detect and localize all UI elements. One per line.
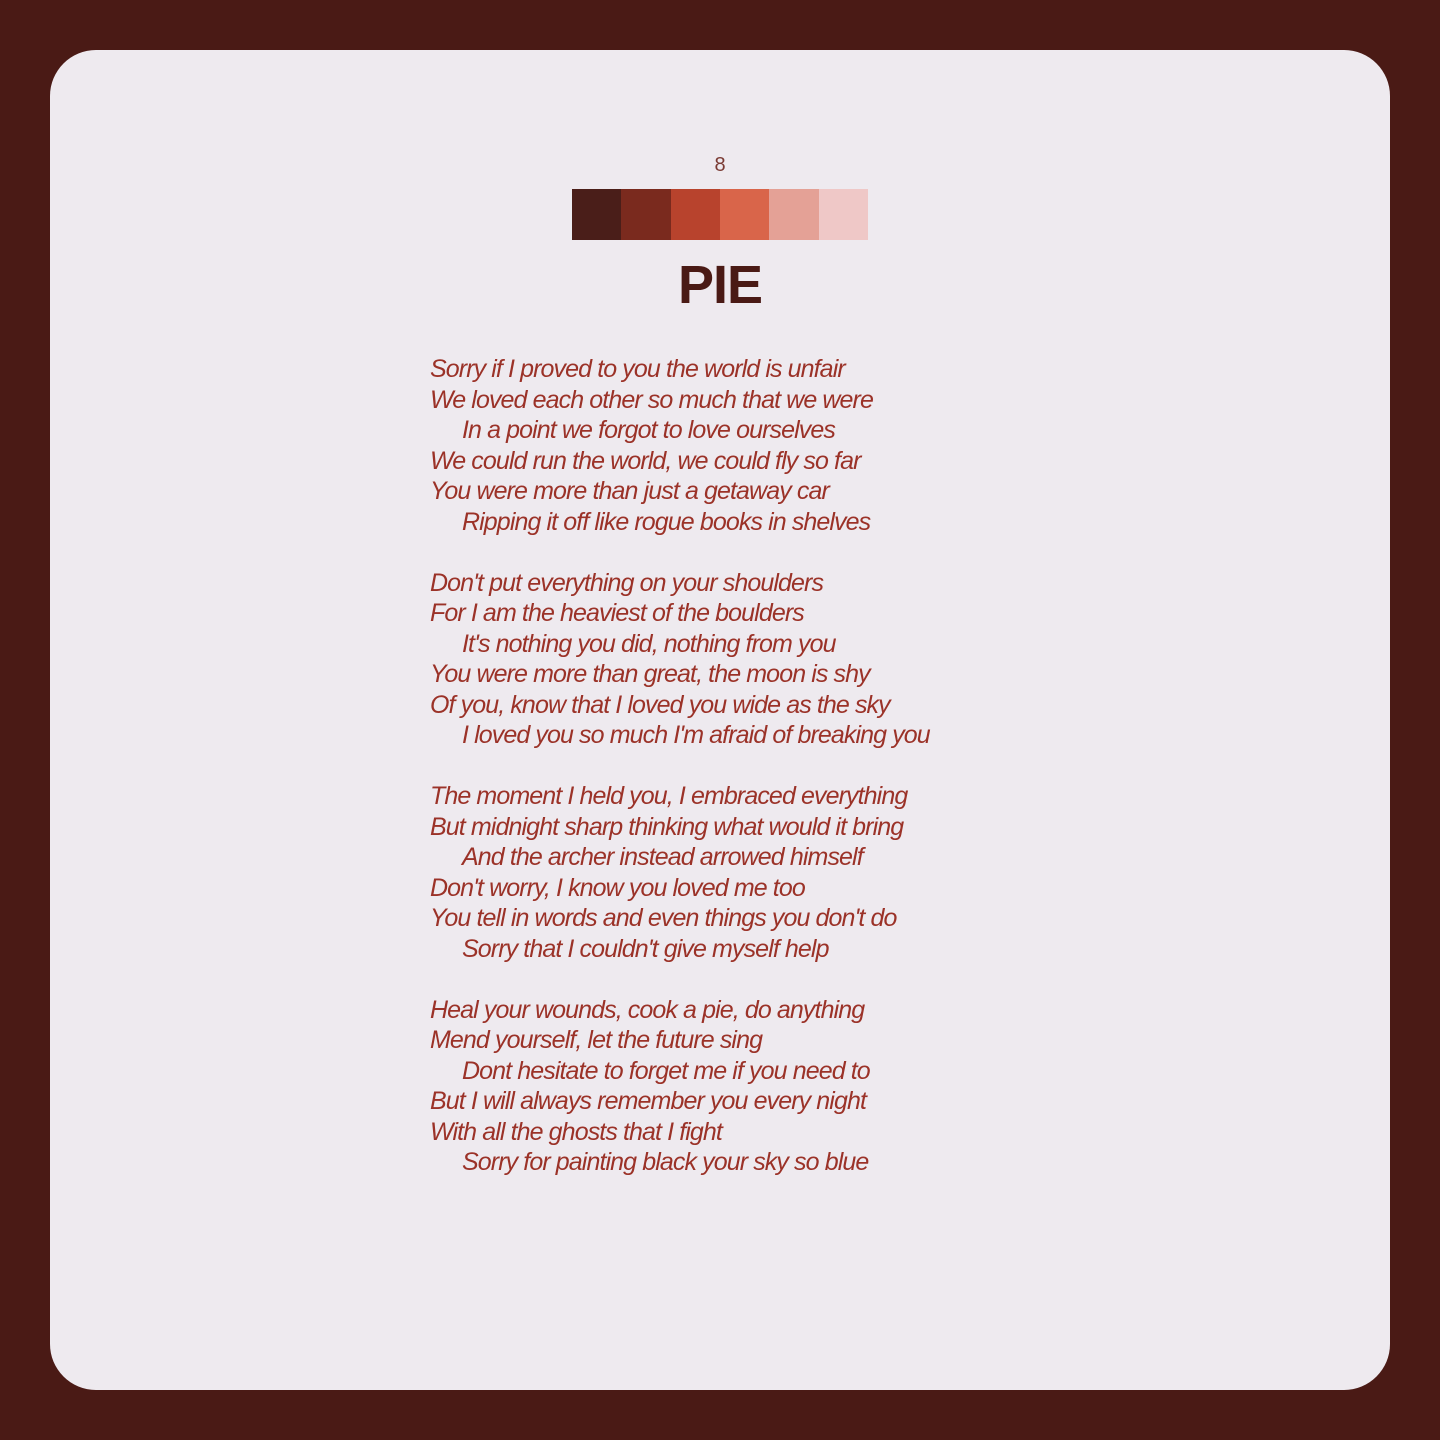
poem-line: And the archer instead arrowed himself — [462, 843, 864, 871]
poem-line: You were more than great, the moon is sh… — [430, 660, 871, 688]
color-palette — [572, 189, 868, 240]
poem-line: Of you, know that I loved you wide as th… — [430, 690, 891, 719]
poem-line: Don't put everything on your shoulders — [430, 568, 824, 597]
poem-line: Mend yourself, let the future sing — [430, 1026, 763, 1054]
poem-line: I loved you so much I'm afraid of breaki… — [462, 721, 931, 749]
poem-line: But midnight sharp thinking what would i… — [430, 812, 904, 841]
poem-title: PIE — [677, 255, 763, 315]
poem-line: In a point we forgot to love ourselves — [462, 416, 836, 444]
poem-line: We loved each other so much that we were — [430, 385, 874, 414]
poem-line: Sorry that I couldn't give myself help — [462, 934, 829, 963]
poem-line: Don't worry, I know you loved me too — [430, 873, 806, 902]
poem-line: We could run the world, we could fly so … — [430, 446, 861, 475]
poem-line: You were more than just a getaway car — [430, 477, 830, 505]
color-swatch — [621, 189, 671, 240]
page-number: 8 — [714, 154, 726, 176]
poem-line: Ripping it off like rogue books in shelv… — [462, 507, 871, 536]
color-swatch — [572, 189, 622, 240]
color-swatch — [670, 189, 720, 240]
poem-line: Dont hesitate to forget me if you need t… — [462, 1056, 871, 1085]
poem-stanza: Sorry if I proved to you the world is un… — [430, 354, 1070, 537]
poem-body: Sorry if I proved to you the world is un… — [430, 354, 1070, 1208]
poem-stanza: Don't put everything on your shoulders Fo… — [430, 568, 1070, 751]
poem-line: Heal your wounds, cook a pie, do anythin… — [430, 995, 865, 1024]
poem-line: The moment I held you, I embraced everyt… — [430, 782, 908, 810]
poem-stanza: The moment I held you, I embraced everyt… — [430, 781, 1070, 964]
poem-line: It's nothing you did, nothing from you — [462, 629, 837, 658]
color-swatch — [818, 189, 868, 240]
color-swatch — [769, 189, 819, 240]
poem-card: 8 PIE Sorry if I proved to you the world… — [50, 50, 1390, 1390]
poem-line: You tell in words and even things you do… — [430, 904, 897, 932]
poem-stanza: Heal your wounds, cook a pie, do anythin… — [430, 995, 1070, 1178]
poem-line: Sorry for painting black your sky so blu… — [462, 1148, 869, 1176]
color-swatch — [719, 189, 770, 240]
poem-line: For I am the heaviest of the boulders — [430, 599, 805, 627]
poem-line: But I will always remember you every nig… — [430, 1087, 867, 1115]
poem-line: With all the ghosts that I fight — [430, 1117, 723, 1146]
poem-line: Sorry if I proved to you the world is un… — [430, 355, 846, 383]
